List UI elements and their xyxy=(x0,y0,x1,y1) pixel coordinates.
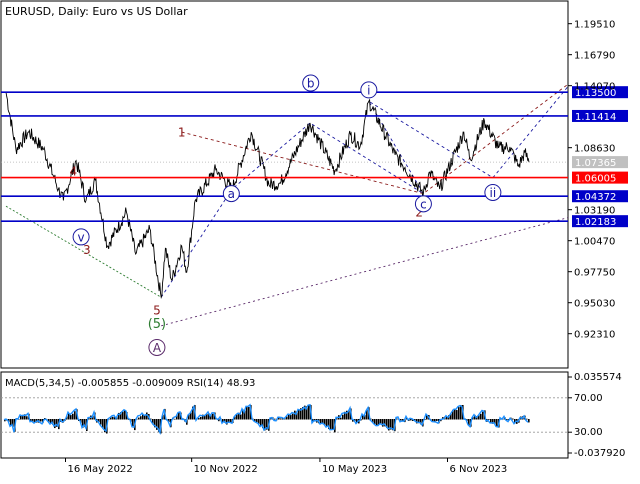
time-tick-label: 6 Nov 2023 xyxy=(450,464,508,475)
macd-bar xyxy=(342,414,344,420)
macd-bar xyxy=(308,405,310,420)
level-tag-label: 1.04372 xyxy=(575,192,616,203)
macd-bar xyxy=(482,411,484,420)
price-tick-label: 1.08630 xyxy=(574,144,615,155)
price-tick-label: 1.14070 xyxy=(574,82,615,93)
macd-bar xyxy=(124,409,126,420)
level-tag-label: 1.06005 xyxy=(575,174,616,185)
macd-bar xyxy=(40,419,42,422)
macd-bar xyxy=(458,407,460,420)
chart-window: 1.13500 1.11414 1.07365 1.06005 1.04372 1.021… xyxy=(0,0,640,480)
macd-bar xyxy=(72,413,74,420)
wave-label: ii xyxy=(490,186,497,200)
macd-bar xyxy=(298,409,300,420)
price-tick-label: 1.00470 xyxy=(574,237,615,248)
price-tick-label: 0.92310 xyxy=(574,330,615,341)
macd-bar xyxy=(70,415,72,420)
macd-bar xyxy=(246,406,248,420)
wave-label: a xyxy=(228,187,235,201)
macd-bar xyxy=(400,419,402,421)
price-tick-label: 1.19510 xyxy=(574,20,615,31)
wave-label: c xyxy=(420,197,427,211)
macd-bar xyxy=(274,418,276,420)
macd-bar xyxy=(512,418,514,420)
macd-bar xyxy=(140,416,142,420)
macd-bar xyxy=(200,416,202,420)
wave-label: (5) xyxy=(148,317,166,332)
wave-label: v xyxy=(78,230,85,244)
price-tick-label: 1.16790 xyxy=(574,51,615,62)
macd-bar xyxy=(292,413,294,420)
price-tick-label: 1.03190 xyxy=(574,206,615,217)
time-tick-label: 10 May 2023 xyxy=(322,464,387,475)
indicator-title: MACD(5,34,5) -0.005855 -0.009009 RSI(14)… xyxy=(5,378,255,389)
wave-label: 3 xyxy=(83,243,91,257)
macd-bar xyxy=(248,407,250,420)
indicator-tick-label: -0.037920 xyxy=(574,448,625,459)
macd-bar xyxy=(294,410,296,420)
wave-label: A xyxy=(153,341,162,355)
macd-bar xyxy=(454,408,456,420)
macd-bar xyxy=(122,411,124,420)
price-tick-label: 0.95030 xyxy=(574,299,615,310)
macd-bar xyxy=(280,418,282,420)
price-tick-label: 0.97750 xyxy=(574,268,615,279)
macd-bar xyxy=(174,418,176,420)
wave-label: 5 xyxy=(153,303,161,317)
macd-bar xyxy=(240,414,242,420)
chart-svg: 1.135001.114141.073651.060051.043721.021… xyxy=(0,0,640,480)
macd-bar xyxy=(480,413,482,420)
indicator-tick-label: 0.035574 xyxy=(574,372,622,383)
macd-bar xyxy=(74,411,76,420)
macd-bar xyxy=(100,419,102,425)
indicator-tick-label: 70.00 xyxy=(574,393,603,404)
time-tick-label: 10 Nov 2022 xyxy=(194,464,258,475)
wave-label: 4 xyxy=(69,164,77,178)
macd-bar xyxy=(376,419,378,426)
wave-label: b xyxy=(307,77,315,91)
macd-bar xyxy=(26,416,28,420)
macd-bar xyxy=(436,419,438,421)
level-tag-label: 1.11414 xyxy=(575,112,616,123)
level-tag-label: 1.02183 xyxy=(575,217,616,228)
macd-bar xyxy=(382,419,384,427)
macd-bar xyxy=(256,419,258,423)
macd-bar xyxy=(332,419,334,430)
macd-bar xyxy=(20,416,22,420)
macd-bar xyxy=(138,417,140,420)
level-tag-label: 1.07365 xyxy=(575,158,616,169)
macd-bar xyxy=(212,413,214,420)
macd-bar xyxy=(112,416,114,420)
macd-bar xyxy=(456,410,458,420)
chart-title: EURUSD, Daily: Euro vs US Dollar xyxy=(5,5,188,18)
wave-label: 1 xyxy=(178,126,186,140)
time-tick-label: 16 May 2022 xyxy=(67,464,132,475)
macd-bar xyxy=(288,414,290,420)
macd-bar xyxy=(330,419,332,430)
indicator-tick-label: 30.00 xyxy=(574,427,603,438)
wave-label: i xyxy=(367,83,370,97)
